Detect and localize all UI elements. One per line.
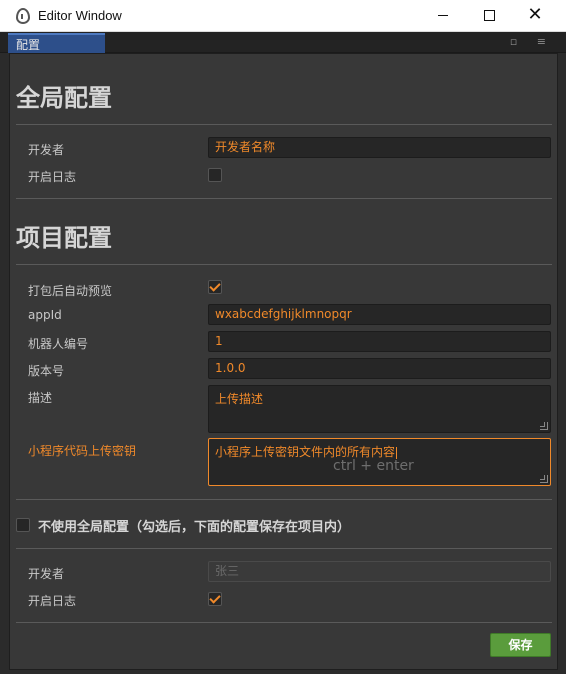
version-label: 版本号: [28, 364, 65, 378]
tab-config[interactable]: 配置: [8, 33, 105, 53]
upload-key-textarea[interactable]: 小程序上传密钥文件内的所有内容 ctrl + enter: [208, 438, 551, 486]
auto-preview-checkbox[interactable]: [208, 280, 222, 294]
checkmark-icon: [209, 280, 221, 292]
minimize-button[interactable]: [420, 0, 466, 32]
global-developer-input[interactable]: 开发者名称: [208, 137, 551, 158]
tab-bar: 配置 ▫ ≡: [0, 32, 566, 53]
appid-input[interactable]: wxabcdefghijklmnopqr: [208, 304, 551, 325]
divider: [16, 264, 552, 265]
local-log-label: 开启日志: [28, 594, 77, 608]
close-button[interactable]: ✕: [512, 0, 558, 32]
auto-preview-label: 打包后自动预览: [28, 284, 113, 298]
tab-menu-icon[interactable]: ▫ ≡: [510, 35, 554, 48]
robot-id-label: 机器人编号: [28, 337, 89, 351]
project-config-title: 项目配置: [16, 224, 112, 252]
checkmark-icon: [209, 592, 221, 604]
divider: [16, 124, 552, 125]
window-title: Editor Window: [38, 8, 122, 23]
app-logo-icon: [16, 8, 30, 24]
no-global-config-checkbox[interactable]: [16, 518, 30, 532]
window-titlebar: Editor Window ✕: [0, 0, 566, 32]
resize-handle-icon[interactable]: [540, 422, 548, 430]
save-button[interactable]: 保存: [490, 633, 551, 657]
divider: [16, 622, 552, 623]
text-caret: [396, 446, 398, 459]
upload-key-text: 小程序上传密钥文件内的所有内容: [215, 445, 396, 459]
local-developer-label: 开发者: [28, 567, 65, 581]
global-config-title: 全局配置: [16, 84, 112, 112]
ctrl-enter-hint: ctrl + enter: [333, 458, 414, 474]
resize-handle-icon[interactable]: [540, 475, 548, 483]
appid-label: appId: [28, 308, 62, 322]
description-label: 描述: [28, 391, 53, 405]
global-log-checkbox[interactable]: [208, 168, 222, 182]
config-panel: 全局配置 开发者 开发者名称 开启日志 项目配置 打包后自动预览 appId w…: [9, 53, 558, 670]
maximize-icon: [484, 10, 495, 21]
minimize-icon: [438, 15, 448, 16]
no-global-config-label[interactable]: 不使用全局配置（勾选后，下面的配置保存在项目内）: [38, 516, 350, 535]
description-text: 上传描述: [215, 392, 264, 406]
local-log-checkbox[interactable]: [208, 592, 222, 606]
divider: [16, 499, 552, 500]
global-log-label: 开启日志: [28, 170, 77, 184]
divider: [16, 548, 552, 549]
global-developer-label: 开发者: [28, 143, 65, 157]
robot-id-input[interactable]: 1: [208, 331, 551, 352]
close-icon: ✕: [527, 4, 543, 25]
version-input[interactable]: 1.0.0: [208, 358, 551, 379]
local-developer-input: 张三: [208, 561, 551, 582]
upload-key-label: 小程序代码上传密钥: [28, 444, 137, 458]
divider: [16, 198, 552, 199]
description-textarea[interactable]: 上传描述: [208, 385, 551, 433]
maximize-button[interactable]: [466, 0, 512, 32]
